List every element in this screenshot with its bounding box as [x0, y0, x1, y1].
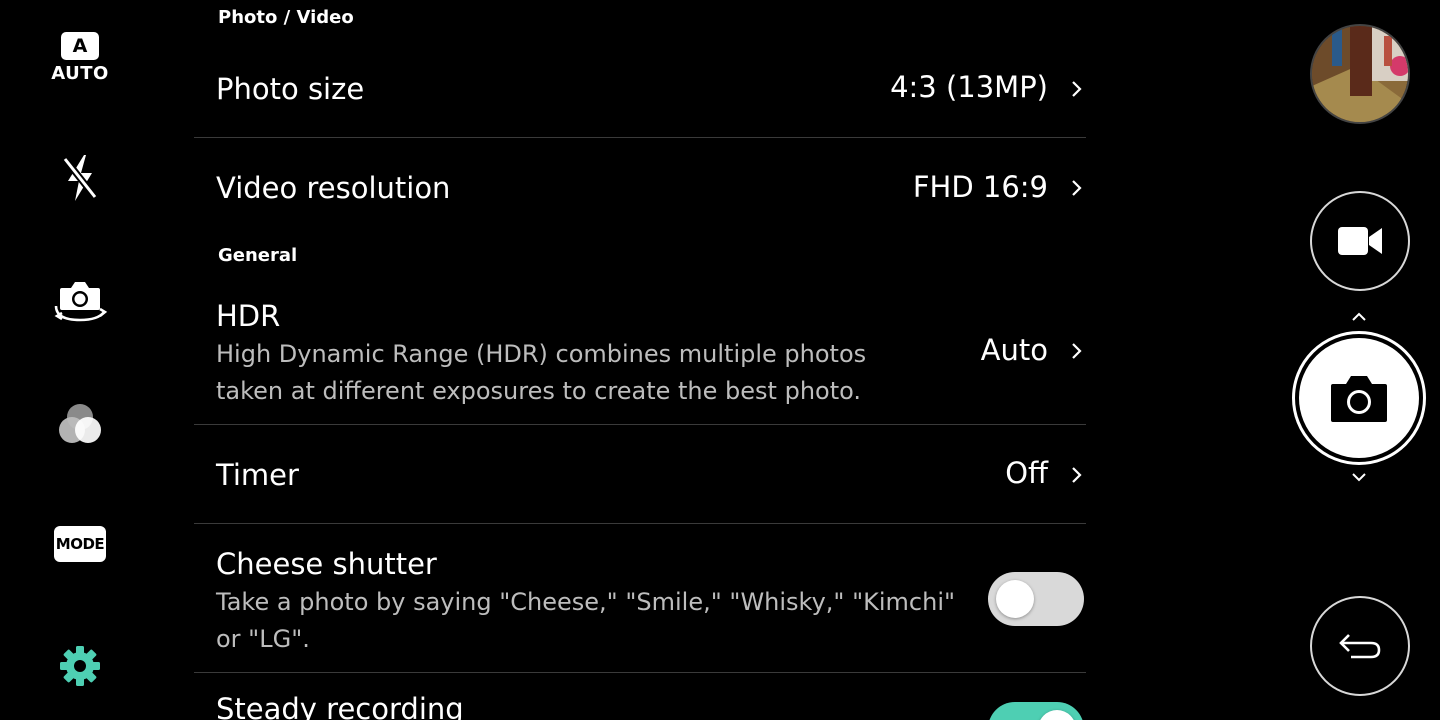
setting-description: Take a photo by saying "Cheese," "Smile,… — [216, 588, 956, 653]
shutter-button[interactable] — [1292, 331, 1426, 465]
section-header-general: General — [218, 245, 298, 266]
setting-title: Timer — [216, 458, 299, 492]
setting-description: High Dynamic Range (HDR) combines multip… — [216, 340, 867, 405]
settings-gear-icon — [60, 646, 100, 686]
setting-row-photo-size[interactable]: Photo size 4:3 (13MP) — [194, 58, 1086, 128]
setting-value: 4:3 (13MP) — [890, 70, 1048, 104]
setting-title: HDR — [216, 299, 281, 333]
shutter-inner — [1299, 338, 1419, 458]
setting-row-cheese-shutter[interactable]: Cheese shutter Take a photo by saying "C… — [194, 545, 1086, 665]
chevron-right-icon — [1072, 81, 1082, 97]
divider — [194, 672, 1086, 673]
chevron-right-icon — [1072, 343, 1082, 359]
gallery-thumbnail[interactable] — [1310, 24, 1410, 124]
chevron-right-icon — [1072, 180, 1082, 196]
setting-title: Video resolution — [216, 171, 451, 205]
setting-row-timer[interactable]: Timer Off — [194, 445, 1086, 515]
divider — [194, 424, 1086, 425]
back-button[interactable] — [1310, 596, 1410, 696]
steady-recording-toggle[interactable] — [988, 702, 1084, 720]
camera-icon — [1331, 376, 1387, 422]
video-camera-icon — [1338, 227, 1382, 255]
toggle-knob — [996, 580, 1034, 618]
setting-row-hdr[interactable]: HDR High Dynamic Range (HDR) combines mu… — [194, 296, 1086, 416]
flash-button[interactable] — [30, 150, 130, 206]
setting-row-steady-recording[interactable]: Steady recording — [194, 690, 1086, 720]
switch-camera-button[interactable] — [30, 272, 130, 328]
divider — [194, 523, 1086, 524]
setting-value: Off — [1005, 456, 1048, 490]
gallery-thumbnail-image — [1312, 26, 1408, 122]
camera-settings-screen: A AUTO MODE Photo / Video Photo size 4:3… — [0, 0, 1440, 720]
auto-icon: A AUTO — [51, 32, 109, 84]
setting-title: Steady recording — [216, 692, 464, 720]
settings-button[interactable] — [30, 642, 130, 690]
video-record-button[interactable] — [1310, 191, 1410, 291]
setting-title: Photo size — [216, 72, 365, 106]
flash-off-icon — [62, 155, 98, 201]
toggle-knob — [1038, 710, 1076, 720]
chevron-up-icon — [1352, 312, 1366, 321]
chevron-right-icon — [1072, 467, 1082, 483]
section-header-photo-video: Photo / Video — [218, 7, 354, 28]
mode-button[interactable]: MODE — [30, 524, 130, 564]
setting-value: FHD 16:9 — [912, 170, 1048, 204]
setting-title: Cheese shutter — [216, 547, 437, 581]
setting-row-video-resolution[interactable]: Video resolution FHD 16:9 — [194, 158, 1086, 220]
cheese-shutter-toggle[interactable] — [988, 572, 1084, 626]
auto-label: AUTO — [51, 63, 109, 84]
auto-badge-letter: A — [60, 32, 99, 60]
settings-list: Photo / Video Photo size 4:3 (13MP) Vide… — [194, 0, 1086, 720]
setting-value: Auto — [980, 333, 1048, 367]
left-toolbar: A AUTO MODE — [0, 0, 160, 720]
auto-mode-button[interactable]: A AUTO — [30, 28, 130, 88]
switch-camera-icon — [54, 282, 108, 322]
chevron-down-icon — [1352, 473, 1366, 482]
mode-label: MODE — [54, 526, 106, 562]
filter-icon — [59, 404, 101, 443]
divider — [194, 137, 1086, 138]
filter-button[interactable] — [30, 398, 130, 450]
back-arrow-icon — [1339, 634, 1381, 659]
